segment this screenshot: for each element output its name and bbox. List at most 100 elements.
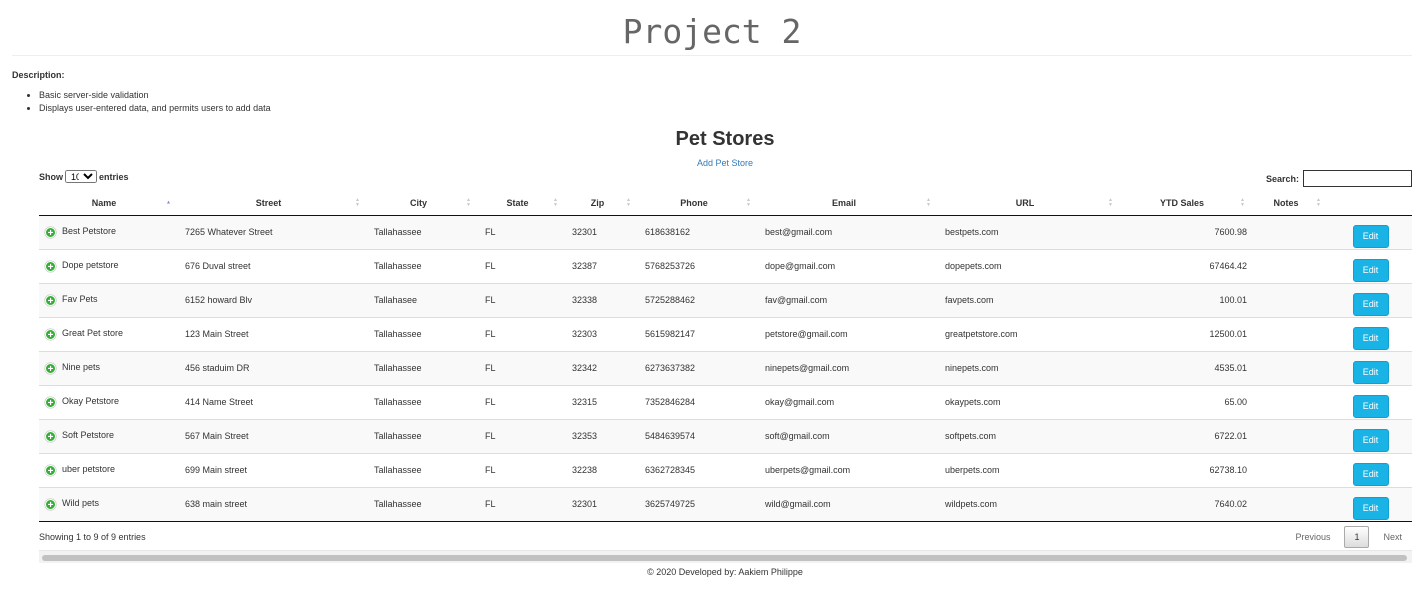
expand-row-icon[interactable]: + <box>45 260 56 273</box>
cell-text: 12500.01 <box>1209 329 1247 339</box>
cell-zip: 32315 <box>566 385 639 420</box>
cell-notes <box>1253 283 1329 318</box>
expand-row-icon[interactable]: + <box>45 396 56 409</box>
cell-zip: 32301 <box>566 487 639 522</box>
edit-button[interactable]: Edit <box>1352 326 1389 350</box>
edit-button[interactable]: Edit <box>1352 292 1389 316</box>
cell-city: Tallahassee <box>368 317 479 352</box>
cell-zip: 32303 <box>566 317 639 352</box>
entries-select[interactable]: 10 <box>65 170 97 183</box>
cell-url: okaypets.com <box>939 385 1121 420</box>
cell-city: Tallahassee <box>368 487 479 522</box>
cell-actions: Edit <box>1329 317 1412 352</box>
edit-button[interactable]: Edit <box>1352 462 1389 486</box>
cell-phone: 7352846284 <box>639 385 759 420</box>
cell-text: FL <box>485 363 496 373</box>
cell-text: 32301 <box>572 499 598 509</box>
column-header[interactable]: City ▲ ▼ <box>368 192 479 216</box>
cell-state: FL <box>479 419 566 454</box>
expand-row-icon[interactable]: + <box>45 498 56 511</box>
pet-stores-table: Name ▲ Street ▲ ▼ City ▲ ▼ State ▲ ▼ Zip ▲ ▼ Phone ▲ ▼ Em… <box>39 192 1412 522</box>
cell-street: 676 Duval street <box>179 249 368 284</box>
table-row: + Nine pets 456 staduim DR Tallahassee FL 323… <box>39 351 1412 386</box>
column-header[interactable]: Phone ▲ ▼ <box>639 192 759 216</box>
column-header[interactable]: Notes ▲ ▼ <box>1253 192 1329 216</box>
cell-phone: 6362728345 <box>639 453 759 488</box>
column-header[interactable]: Email ▲ ▼ <box>759 192 939 216</box>
column-header[interactable]: YTD Sales ▲ ▼ <box>1121 192 1253 216</box>
next-page-button[interactable]: Next <box>1373 528 1412 546</box>
sort-icon: ▲ ▼ <box>746 197 751 209</box>
edit-button[interactable]: Edit <box>1352 258 1389 282</box>
column-header[interactable]: Street ▲ ▼ <box>179 192 368 216</box>
cell-text: Wild pets <box>62 498 100 509</box>
cell-text: ninepets@gmail.com <box>765 363 850 373</box>
cell-text: greatpetstore.com <box>945 329 1018 339</box>
description-item: Displays user-entered data, and permits … <box>39 102 271 115</box>
cell-text: dope@gmail.com <box>765 261 836 271</box>
add-pet-store-link[interactable]: Add Pet Store <box>0 158 1428 168</box>
cell-text: Tallahassee <box>374 363 422 373</box>
cell-text: 3625749725 <box>645 499 696 509</box>
description-item: Basic server-side validation <box>39 89 271 102</box>
expand-row-icon[interactable]: + <box>45 362 56 375</box>
column-header[interactable]: Name ▲ <box>39 192 179 216</box>
expand-row-icon[interactable]: + <box>45 328 56 341</box>
cell-text: wildpets.com <box>945 499 998 509</box>
cell-zip: 32301 <box>566 215 639 250</box>
cell-text: uber petstore <box>62 464 116 475</box>
cell-text: 5615982147 <box>645 329 696 339</box>
expand-row-icon[interactable]: + <box>45 294 56 307</box>
cell-email: uberpets@gmail.com <box>759 453 939 488</box>
cell-sales: 4535.01 <box>1121 351 1253 386</box>
cell-notes <box>1253 385 1329 420</box>
table-row: + Dope petstore 676 Duval street Tallahasse… <box>39 249 1412 284</box>
table-row: + uber petstore 699 Main street Tallahassee… <box>39 453 1412 488</box>
cell-phone: 3625749725 <box>639 487 759 522</box>
column-header[interactable]: URL ▲ ▼ <box>939 192 1121 216</box>
cell-sales: 67464.42 <box>1121 249 1253 284</box>
horizontal-scrollbar[interactable] <box>39 550 1412 563</box>
cell-text: Dope petstore <box>62 260 119 271</box>
cell-city: Tallahassee <box>368 351 479 386</box>
column-header[interactable]: State ▲ ▼ <box>479 192 566 216</box>
scrollbar-thumb[interactable] <box>42 555 1407 561</box>
expand-row-icon[interactable]: + <box>45 430 56 443</box>
cell-text: FL <box>485 295 496 305</box>
search-input[interactable] <box>1303 170 1412 187</box>
cell-text: 65.00 <box>1224 397 1247 407</box>
edit-button[interactable]: Edit <box>1352 496 1389 520</box>
expand-row-icon[interactable]: + <box>45 226 56 239</box>
table-row: + Soft Petstore 567 Main Street Tallahassee… <box>39 419 1412 454</box>
cell-notes <box>1253 215 1329 250</box>
cell-phone: 5768253726 <box>639 249 759 284</box>
column-header-label: City <box>409 198 427 209</box>
search-label: Search: <box>1265 173 1299 184</box>
edit-button[interactable]: Edit <box>1352 360 1389 384</box>
cell-name: + Great Pet store <box>39 317 179 352</box>
previous-page-button[interactable]: Previous <box>1285 528 1340 546</box>
page-header: Project 2 <box>12 0 1412 56</box>
cell-city: Tallahassee <box>368 249 479 284</box>
cell-url: dopepets.com <box>939 249 1121 284</box>
edit-button[interactable]: Edit <box>1352 428 1389 452</box>
cell-email: dope@gmail.com <box>759 249 939 284</box>
cell-text: 638 main street <box>185 499 248 509</box>
cell-actions: Edit <box>1329 351 1412 386</box>
description: Description: Basic server-side validatio… <box>12 70 271 115</box>
page-1-button[interactable]: 1 <box>1344 526 1370 548</box>
cell-email: soft@gmail.com <box>759 419 939 454</box>
cell-text: Tallahassee <box>374 397 422 407</box>
cell-sales: 62738.10 <box>1121 453 1253 488</box>
cell-text: soft@gmail.com <box>765 431 830 441</box>
cell-url: greatpetstore.com <box>939 317 1121 352</box>
edit-button[interactable]: Edit <box>1352 394 1389 418</box>
expand-row-icon[interactable]: + <box>45 464 56 477</box>
edit-button[interactable]: Edit <box>1352 224 1389 248</box>
cell-zip: 32353 <box>566 419 639 454</box>
cell-zip: 32238 <box>566 453 639 488</box>
cell-name: + Nine pets <box>39 351 179 386</box>
cell-state: FL <box>479 317 566 352</box>
column-header[interactable]: Zip ▲ ▼ <box>566 192 639 216</box>
table-info: Showing 1 to 9 of 9 entries <box>39 532 146 542</box>
